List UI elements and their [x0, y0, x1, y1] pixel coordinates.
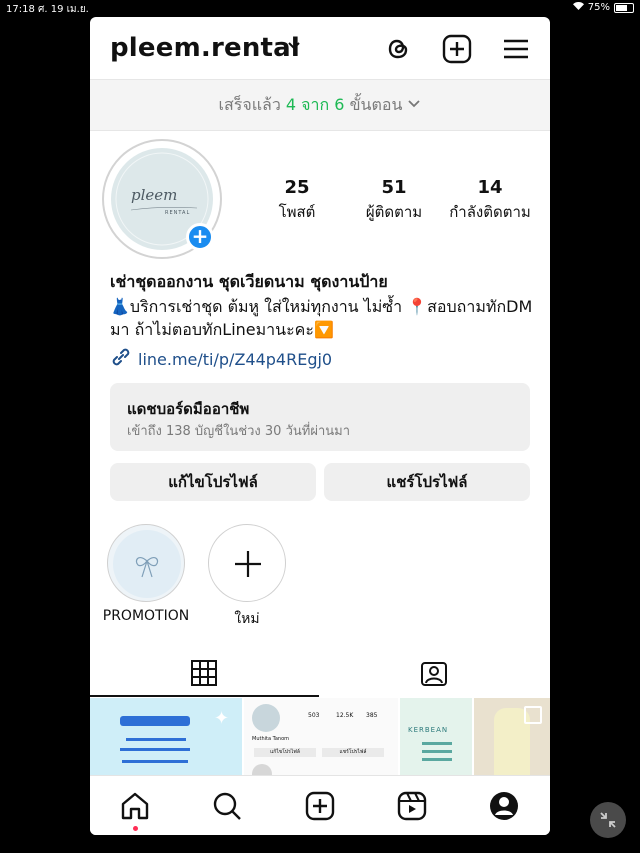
- plus-icon: [235, 551, 261, 577]
- battery-percent: 75%: [587, 2, 610, 13]
- notification-dot: [133, 826, 138, 831]
- grid-post[interactable]: [474, 698, 550, 775]
- bottom-nav: [90, 775, 550, 835]
- grid-post[interactable]: 503 12.5K 385 Muthita Tanom แก้ไขโปรไฟล์…: [244, 698, 398, 775]
- wifi-icon: [572, 2, 584, 13]
- stat-followers[interactable]: 51 ผู้ติดตาม: [355, 177, 433, 224]
- status-right: 75%: [572, 2, 634, 13]
- chevron-down-icon[interactable]: [287, 38, 301, 57]
- avatar-logo-subtext: RENTAL: [165, 210, 191, 216]
- bio-text: 👗บริการเช่าชุด ต้มหู ใส่ใหม่ทุกงาน ไม่ซ้…: [110, 297, 533, 339]
- tagged-icon[interactable]: [420, 659, 448, 691]
- avatar-logo-text: pleem: [131, 186, 178, 204]
- status-bar: 17:18 ศ. 19 เม.ย. 75%: [0, 0, 640, 16]
- minimize-icon: [600, 812, 616, 828]
- bio-name: เช่าชุดออกงาน ชุดเวียดนาม ชุดงานป้าย: [110, 272, 388, 291]
- profile-tabs: [90, 649, 550, 697]
- grid-post[interactable]: ✦: [90, 698, 242, 775]
- active-tab-indicator: [90, 695, 319, 697]
- highlight-promotion[interactable]: [107, 524, 185, 602]
- edit-profile-button[interactable]: แก้ไขโปรไฟล์: [110, 463, 316, 501]
- grid-post[interactable]: KERBEAN: [400, 698, 472, 775]
- profile-icon[interactable]: [488, 790, 520, 822]
- dashboard-subtitle: เข้าถึง 138 บัญชีในช่วง 30 วันที่ผ่านมา: [127, 424, 351, 439]
- multiple-posts-icon: [524, 706, 542, 724]
- bio-link[interactable]: line.me/ti/p/Z44p4REgj0: [110, 346, 332, 372]
- dashboard-title: แดชบอร์ดมืออาชีพ: [127, 400, 250, 418]
- battery-icon: [614, 2, 634, 13]
- account-switcher[interactable]: pleem.rental: [110, 33, 300, 63]
- create-icon[interactable]: [441, 33, 473, 65]
- threads-icon[interactable]: [382, 33, 414, 65]
- link-icon: [110, 346, 132, 372]
- home-icon[interactable]: [119, 790, 151, 822]
- highlight-label-new: ใหม่: [234, 611, 260, 627]
- menu-icon[interactable]: [500, 33, 532, 65]
- professional-dashboard[interactable]: แดชบอร์ดมืออาชีพ เข้าถึง 138 บัญชีในช่วง…: [110, 383, 530, 451]
- reels-icon[interactable]: [396, 790, 428, 822]
- status-time: 17:18 ศ. 19 เม.ย.: [6, 4, 89, 15]
- stat-posts[interactable]: 25 โพสต์: [267, 177, 327, 224]
- minimize-button[interactable]: [590, 802, 626, 838]
- setup-progress-banner[interactable]: เสร็จแล้ว 4 จาก 6 ขั้นตอน: [90, 79, 550, 131]
- stat-following[interactable]: 14 กำลังติดตาม: [442, 177, 538, 224]
- search-icon[interactable]: [211, 790, 243, 822]
- profile-header: pleem.rental: [90, 17, 550, 79]
- new-post-icon[interactable]: [304, 790, 336, 822]
- app-window: pleem.rental เสร็จแล้ว 4 จาก 6 ขั้นตอน p…: [90, 17, 550, 835]
- bow-icon: [113, 530, 181, 598]
- progress-count: 4 จาก 6: [285, 95, 345, 114]
- new-highlight-button[interactable]: [208, 524, 286, 602]
- posts-grid: ✦ 503 12.5K 385 Muthita Tanom แก้ไขโปรไฟ…: [90, 698, 550, 775]
- chevron-down-icon: [407, 95, 421, 114]
- add-story-button[interactable]: +: [186, 223, 214, 251]
- grid-icon[interactable]: [190, 659, 218, 691]
- share-profile-button[interactable]: แชร์โปรไฟล์: [324, 463, 530, 501]
- sparkle-icon: ✦: [214, 708, 230, 729]
